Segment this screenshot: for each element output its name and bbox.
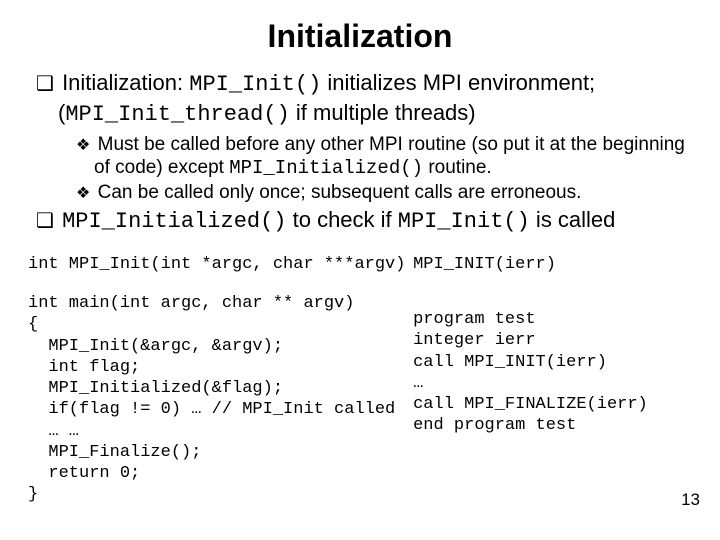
code-mpi-initialized: MPI_Initialized() xyxy=(229,157,423,179)
page-number: 13 xyxy=(681,490,700,510)
subbullet-only-once: ❖ Can be called only once; subsequent ca… xyxy=(74,182,692,205)
square-bullet-icon: ❑ xyxy=(36,73,56,95)
fortran-example-code: program test integer ierr call MPI_INIT(… xyxy=(413,293,692,506)
bullet-mpi-initialized-check: ❑ MPI_Initialized() to check if MPI_Init… xyxy=(28,206,692,236)
text: is called xyxy=(530,207,616,232)
text: Initialization: xyxy=(62,70,189,95)
c-signature: int MPI_Init(int *argc, char ***argv) xyxy=(28,254,413,275)
code-mpi-init: MPI_Init() xyxy=(189,72,321,97)
text: if multiple threads) xyxy=(290,100,476,125)
fortran-signature: MPI_INIT(ierr) xyxy=(413,254,692,275)
square-bullet-icon: ❑ xyxy=(36,210,56,232)
diamond-bullet-icon: ❖ xyxy=(76,137,92,154)
text: Can be called only once; subsequent call… xyxy=(98,182,582,203)
code-examples-row: int main(int argc, char ** argv) { MPI_I… xyxy=(28,293,692,506)
code-mpi-init: MPI_Init() xyxy=(398,209,530,234)
code-signatures-row: int MPI_Init(int *argc, char ***argv) MP… xyxy=(28,254,692,275)
bullet-initialization: ❑ Initialization: MPI_Init() initializes… xyxy=(28,69,692,128)
code-mpi-initialized: MPI_Initialized() xyxy=(62,209,286,234)
text: routine. xyxy=(423,157,492,178)
subbullet-must-be-called: ❖ Must be called before any other MPI ro… xyxy=(74,134,692,180)
diamond-bullet-icon: ❖ xyxy=(76,185,92,202)
code-mpi-init-thread: MPI_Init_thread() xyxy=(65,102,289,127)
slide-title: Initialization xyxy=(28,18,692,55)
c-example-code: int main(int argc, char ** argv) { MPI_I… xyxy=(28,293,413,506)
text: to check if xyxy=(287,207,398,232)
